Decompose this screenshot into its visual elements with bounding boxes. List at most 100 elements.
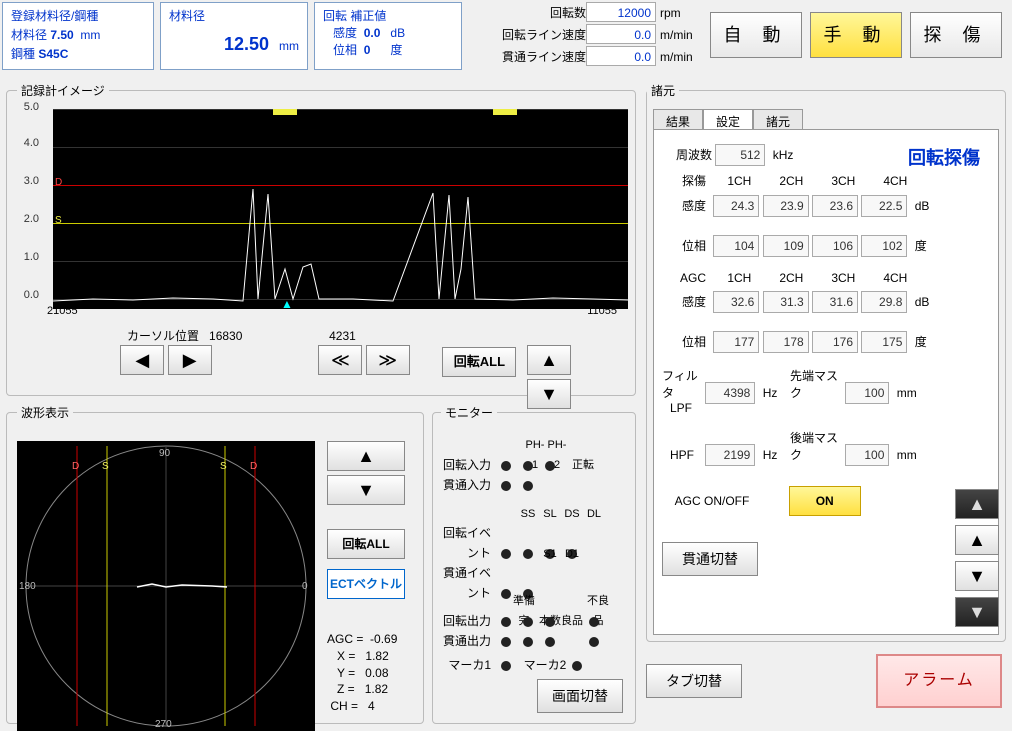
wave-up-button[interactable]: ▲ <box>327 441 405 471</box>
sens-val: 0.0 <box>364 26 381 40</box>
tab-swap-button[interactable]: タブ切替 <box>646 664 742 698</box>
ph-4ch[interactable]: 102 <box>861 235 907 257</box>
rec-rotall-button[interactable]: 回転ALL <box>442 347 516 377</box>
ph-3ch[interactable]: 106 <box>812 235 858 257</box>
rpm-value[interactable]: 12000 <box>586 2 656 22</box>
cursor-lbl: カーソル位置 <box>127 329 199 343</box>
svg-text:D: D <box>72 461 79 472</box>
reg-grade: S45C <box>38 47 68 61</box>
svg-text:S: S <box>220 461 227 472</box>
led-icon <box>523 617 533 627</box>
lpf-field[interactable]: 4398 <box>705 382 755 404</box>
freq-field[interactable]: 512 <box>715 144 765 166</box>
rotline-value[interactable]: 0.0 <box>586 24 656 44</box>
sens-unit: dB <box>390 26 405 40</box>
tail-mask-field[interactable]: 100 <box>845 444 889 466</box>
sens-3ch[interactable]: 23.6 <box>812 195 858 217</box>
led-icon <box>545 637 555 647</box>
agc-ph-2ch[interactable]: 178 <box>763 331 809 353</box>
material-diam-box: 材料径 12.50 mm <box>160 2 308 70</box>
corr-title: 回転 補正値 <box>323 7 453 24</box>
led-icon <box>545 617 555 627</box>
waveform-title: 波形表示 <box>17 404 73 421</box>
ph-2ch[interactable]: 109 <box>763 235 809 257</box>
waveform-scope[interactable]: D S S D 90 0 180 270 <box>17 441 315 731</box>
phase-lbl: 位相 <box>333 43 357 57</box>
rec-ffwd-button[interactable]: ≫ <box>366 345 410 375</box>
agc-sens-2ch[interactable]: 31.3 <box>763 291 809 313</box>
thrline-unit: m/min <box>656 46 700 68</box>
spec-title: 諸元 <box>647 82 679 99</box>
wave-down-button[interactable]: ▼ <box>327 475 405 505</box>
auto-button[interactable]: 自 動 <box>710 12 802 58</box>
reg-diam-unit: mm <box>80 28 100 42</box>
rotline-label: 回転ライン速度 <box>490 24 586 46</box>
led-icon <box>523 481 533 491</box>
wave-stats: AGC = -0.69 X = 1.82 Y = 0.08 Z = 1.82 C… <box>327 631 397 715</box>
led-icon <box>501 637 511 647</box>
spec-up-button[interactable]: ▲ <box>955 525 999 555</box>
agc-ph-1ch[interactable]: 177 <box>713 331 759 353</box>
agc-sens-3ch[interactable]: 31.6 <box>812 291 858 313</box>
thrline-value[interactable]: 0.0 <box>586 46 656 66</box>
alarm-button[interactable]: アラーム <box>876 654 1002 708</box>
rec-prev-button[interactable]: ◀ <box>120 345 164 375</box>
recorder-y-axis: 5.0 4.0 3.0 2.0 1.0 0.0 <box>7 103 41 303</box>
led-icon <box>572 661 582 671</box>
led-icon <box>589 637 599 647</box>
led-icon <box>523 637 533 647</box>
sens-4ch[interactable]: 22.5 <box>861 195 907 217</box>
rec-next-button[interactable]: ▶ <box>168 345 212 375</box>
x-left: 21055 <box>47 305 78 317</box>
svg-text:S: S <box>102 461 109 472</box>
screen-swap-button[interactable]: 画面切替 <box>537 679 623 713</box>
monitor-title: モニター <box>441 404 497 421</box>
hpf-field[interactable]: 2199 <box>705 444 755 466</box>
ect-vector-button[interactable]: ECTベクトル <box>327 569 405 599</box>
svg-text:180: 180 <box>19 581 36 592</box>
svg-text:90: 90 <box>159 448 171 459</box>
spec-tabbody: 周波数 512 kHz 回転探傷 探傷 1CH2CH3CH4CH 感度 24.3… <box>653 129 999 635</box>
rpm-label: 回転数 <box>490 2 586 24</box>
through-swap-button[interactable]: 貫通切替 <box>662 542 758 576</box>
mat-title: 材料径 <box>169 7 299 24</box>
reg-diam: 7.50 <box>50 28 73 42</box>
agc-ph-3ch[interactable]: 176 <box>812 331 858 353</box>
rpm-unit: rpm <box>656 2 700 24</box>
sens-1ch[interactable]: 24.3 <box>713 195 759 217</box>
spec-bottom-button[interactable]: ▼ <box>955 597 999 627</box>
wave-rotall-button[interactable]: 回転ALL <box>327 529 405 559</box>
spec-top-button[interactable]: ▲ <box>955 489 999 519</box>
cursor-b: 4231 <box>329 329 356 343</box>
led-icon <box>501 481 511 491</box>
monitor-panel: モニター PH-1PH-2正転 回転入力 貫通入力 SSSLDSDL 回転イベン… <box>432 404 636 724</box>
phase-val: 0 <box>364 43 371 57</box>
spec-down-button[interactable]: ▼ <box>955 561 999 591</box>
rec-rewind-button[interactable]: ≪ <box>318 345 362 375</box>
phase-unit: 度 <box>390 43 402 57</box>
tip-mask-field[interactable]: 100 <box>845 382 889 404</box>
led-icon <box>501 461 511 471</box>
recorder-chart[interactable]: D S ▲ <box>53 109 628 309</box>
led-icon <box>589 617 599 627</box>
rotline-unit: m/min <box>656 24 700 46</box>
reg-grade-lbl: 鋼種 <box>11 47 35 61</box>
recorder-trace <box>53 109 628 309</box>
agc-sens-1ch[interactable]: 32.6 <box>713 291 759 313</box>
sens-2ch[interactable]: 23.9 <box>763 195 809 217</box>
manual-button[interactable]: 手 動 <box>810 12 902 58</box>
svg-text:0: 0 <box>302 581 308 592</box>
thrline-label: 貫通ライン速度 <box>490 46 586 68</box>
svg-text:D: D <box>250 461 257 472</box>
svg-text:270: 270 <box>155 719 172 730</box>
spec-panel: 諸元 結果設定諸元 周波数 512 kHz 回転探傷 探傷 1CH2CH3CH4… <box>646 82 1006 642</box>
agc-ph-4ch[interactable]: 175 <box>861 331 907 353</box>
inspect-button[interactable]: 探 傷 <box>910 12 1002 58</box>
rotation-detection-link[interactable]: 回転探傷 <box>908 144 980 170</box>
agc-sens-4ch[interactable]: 29.8 <box>861 291 907 313</box>
mat-diam: 12.50 <box>224 34 269 54</box>
agc-on-button[interactable]: ON <box>789 486 861 516</box>
cursor-marker-icon: ▲ <box>281 297 293 311</box>
ph-1ch[interactable]: 104 <box>713 235 759 257</box>
rec-up-button[interactable]: ▲ <box>527 345 571 375</box>
